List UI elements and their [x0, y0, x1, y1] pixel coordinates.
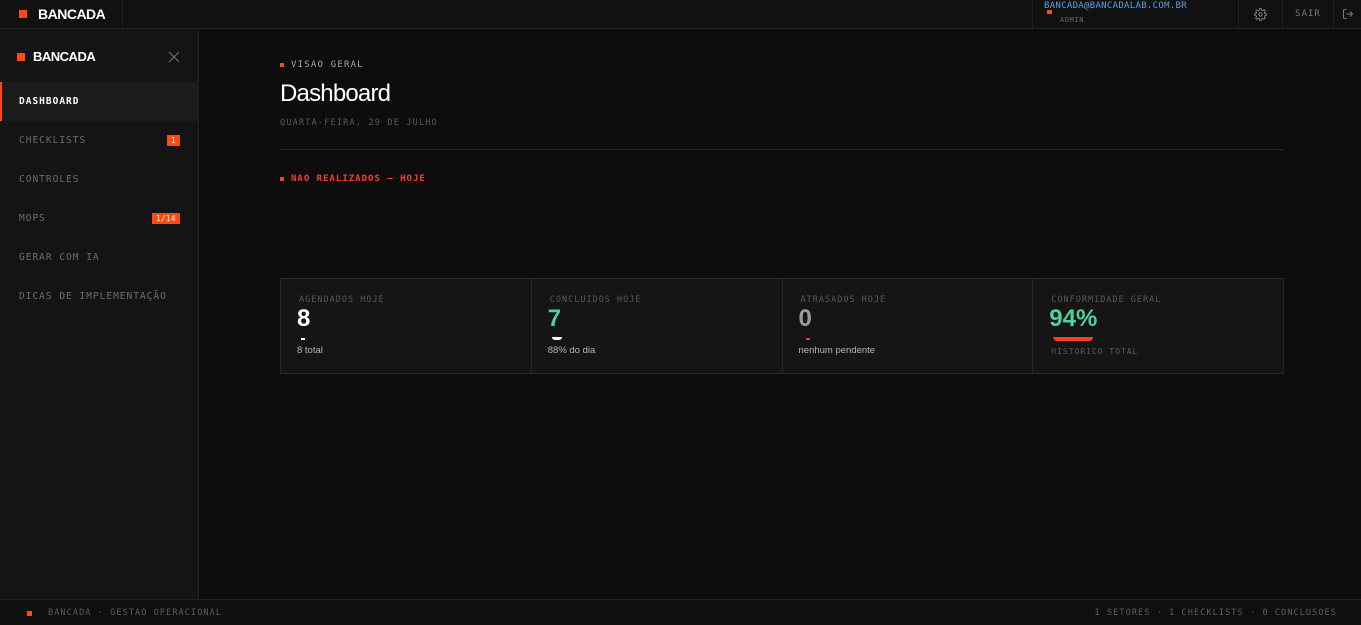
- settings-button[interactable]: [1238, 0, 1282, 28]
- stats-row: AGENDADOS HOJE 8 8 total CONCLUIDOS HOJE…: [280, 278, 1284, 374]
- current-date: QUARTA-FEIRA, 29 DE JULHO: [280, 118, 438, 128]
- sidebar-item-label: GERAR COM IA: [19, 252, 100, 263]
- stat-marker: [301, 338, 305, 340]
- stat-value: 7: [547, 305, 562, 332]
- close-icon[interactable]: [167, 50, 181, 64]
- sidebar-item-gerar-com-ia[interactable]: GERAR COM IA: [0, 238, 199, 277]
- logout-button[interactable]: [1333, 0, 1361, 28]
- stat-marker: [805, 338, 810, 340]
- stat-marker: [551, 337, 562, 340]
- stat-card-compliance[interactable]: CONFORMIDADE GERAL 94% HISTORICO TOTAL: [1033, 279, 1283, 373]
- sidebar-item-controles[interactable]: CONTROLES: [0, 160, 199, 199]
- sidebar: BANCADA DASHBOARD CHECKLISTS 1 CONTROLES…: [0, 29, 199, 599]
- stat-card-overdue[interactable]: ATRASADOS HOJE 0 nenhum pendente: [783, 279, 1034, 373]
- sidebar-item-label: DASHBOARD: [19, 96, 80, 107]
- sidebar-logo-icon: [17, 53, 25, 61]
- sidebar-item-label: MOPS: [19, 213, 46, 224]
- stat-label: CONCLUIDOS HOJE: [549, 295, 642, 305]
- stat-marker: [1053, 337, 1094, 341]
- user-email: BANCADA@BANCADALAB.COM.BR: [1044, 1, 1187, 11]
- user-status-icon: [1047, 10, 1052, 14]
- logout-icon: [1342, 9, 1353, 19]
- sidebar-header: BANCADA: [0, 29, 199, 82]
- divider: [280, 149, 1283, 150]
- section-eyebrow: VISAO GERAL: [280, 60, 364, 70]
- stat-label: CONFORMIDADE GERAL: [1051, 295, 1162, 305]
- footer-logo-icon: [27, 611, 32, 616]
- stat-label: ATRASADOS HOJE: [800, 295, 887, 305]
- stat-card-completed[interactable]: CONCLUIDOS HOJE 7 88% do dia: [532, 279, 783, 373]
- sidebar-item-label: CHECKLISTS: [19, 135, 87, 146]
- count-badge: 1/14: [151, 213, 180, 224]
- stat-subtext: 8 total: [297, 345, 323, 356]
- sidebar-title: BANCADA: [33, 49, 96, 64]
- user-menu[interactable]: BANCADA@BANCADALAB.COM.BR ADMIN: [1032, 0, 1238, 28]
- sidebar-item-label: DICAS DE IMPLEMENTAÇÃO: [19, 291, 167, 302]
- page-title: Dashboard: [280, 80, 391, 107]
- alert-heading-label: NAO REALIZADOS — HOJE: [291, 174, 426, 184]
- footer-summary: 1 SETORES · 1 CHECKLISTS · 0 CONCLUSOES: [1094, 608, 1337, 618]
- stat-subtext: nenhum pendente: [798, 345, 876, 356]
- brand-logo-icon: [19, 10, 27, 18]
- stat-value: 94%: [1049, 305, 1098, 332]
- footer: BANCADA · GESTAO OPERACIONAL 1 SETORES ·…: [0, 599, 1361, 625]
- bullet-icon: [280, 177, 284, 181]
- overdue-section-heading: NAO REALIZADOS — HOJE: [280, 174, 426, 184]
- eyebrow-label: VISAO GERAL: [291, 60, 364, 70]
- sidebar-item-checklists[interactable]: CHECKLISTS 1: [0, 121, 199, 160]
- stat-value: 0: [798, 305, 812, 332]
- main-content: VISAO GERAL Dashboard QUARTA-FEIRA, 29 D…: [200, 29, 1361, 599]
- stat-subtext: 88% do dia: [547, 345, 596, 356]
- brand-name: BANCADA: [38, 6, 106, 22]
- user-role: ADMIN: [1060, 16, 1085, 24]
- bullet-icon: [280, 63, 284, 67]
- logout-text-button[interactable]: SAIR: [1282, 0, 1333, 28]
- stat-subtext: HISTORICO TOTAL: [1051, 347, 1139, 356]
- stat-label: AGENDADOS HOJE: [299, 295, 385, 305]
- stat-card-scheduled[interactable]: AGENDADOS HOJE 8 8 total: [281, 279, 532, 373]
- count-badge: 1: [166, 135, 180, 146]
- sidebar-item-dashboard[interactable]: DASHBOARD: [0, 82, 199, 121]
- footer-app-name: BANCADA · GESTAO OPERACIONAL: [48, 608, 223, 618]
- sidebar-item-mops[interactable]: MOPS 1/14: [0, 199, 199, 238]
- gear-icon: [1254, 7, 1267, 21]
- sidebar-item-label: CONTROLES: [19, 174, 80, 185]
- stat-value: 8: [297, 305, 311, 332]
- top-bar: BANCADA BANCADA@BANCADALAB.COM.BR ADMIN …: [0, 0, 1361, 29]
- sidebar-item-dicas[interactable]: DICAS DE IMPLEMENTAÇÃO: [0, 277, 199, 316]
- brand[interactable]: BANCADA: [0, 0, 123, 28]
